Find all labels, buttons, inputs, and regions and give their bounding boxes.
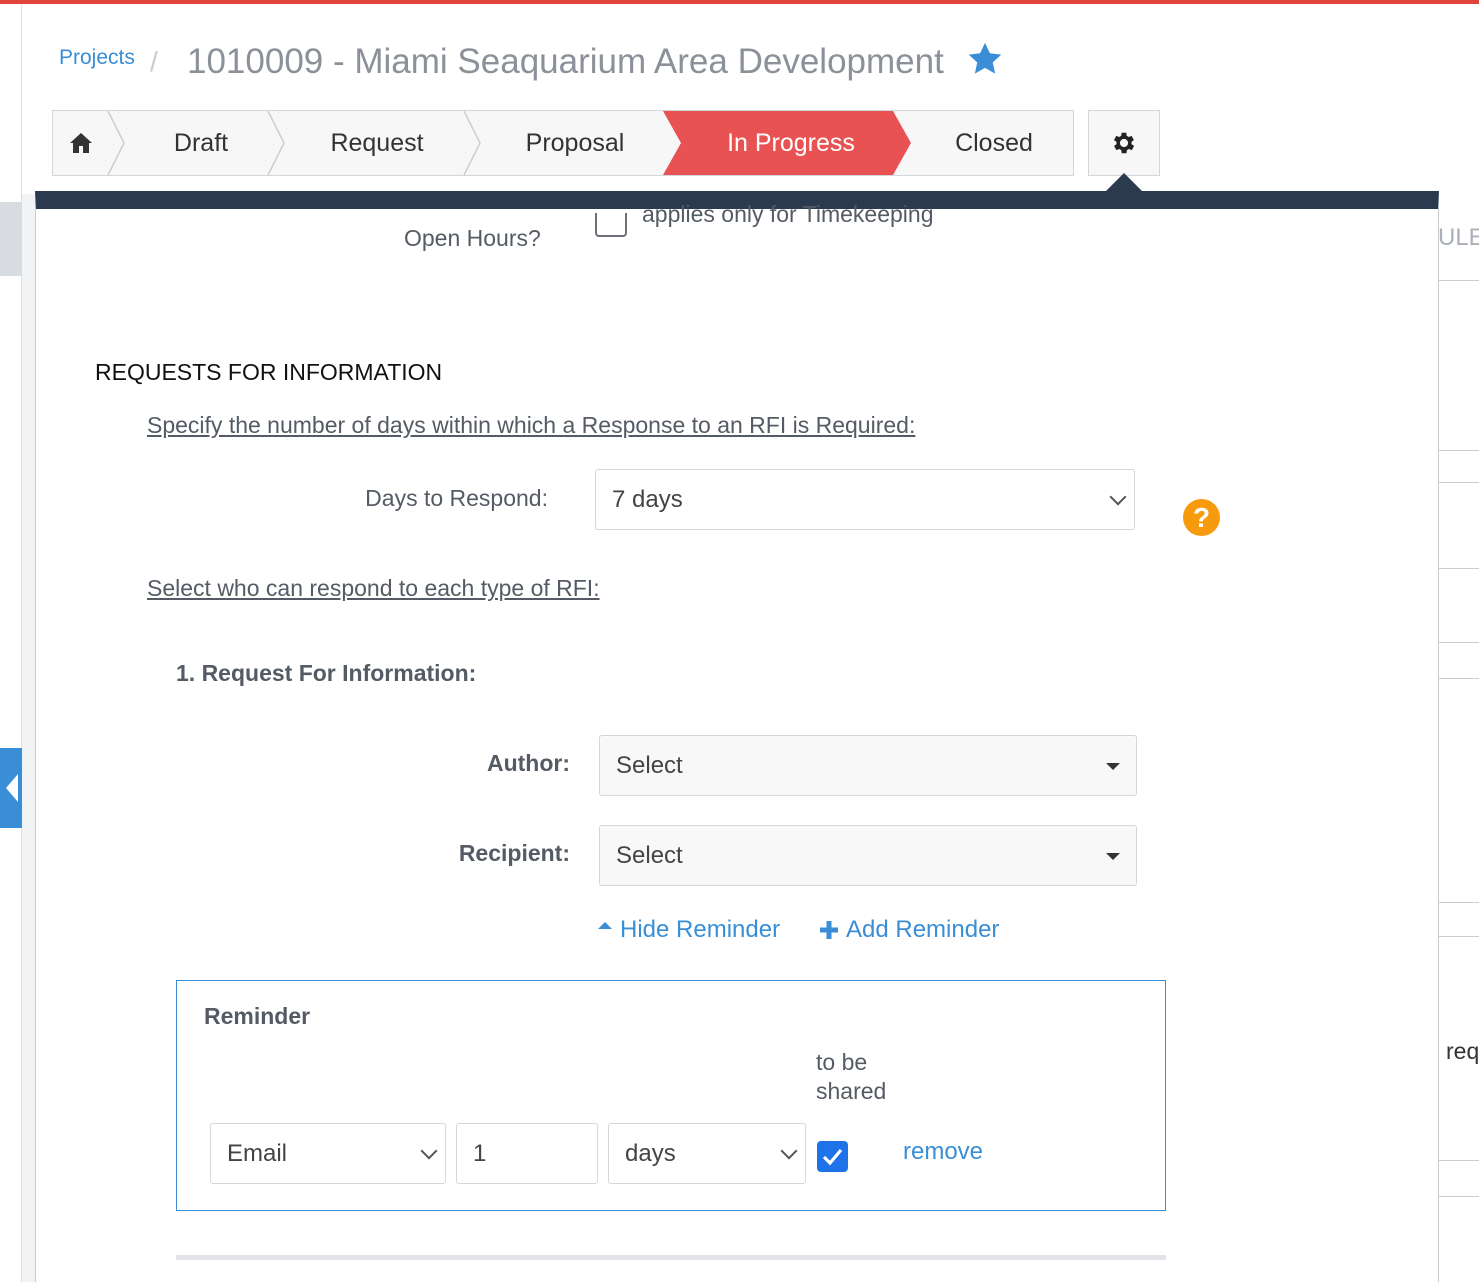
step-request[interactable]: Request xyxy=(285,111,469,175)
background-text-fragment: req xyxy=(1446,1038,1479,1064)
checkmark-icon xyxy=(822,1148,843,1166)
breadcrumb-separator: / xyxy=(150,46,158,77)
recipient-value: Select xyxy=(616,841,683,869)
reminder-amount-value: 1 xyxy=(473,1139,487,1167)
open-hours-note: applies only for Timekeeping xyxy=(642,201,934,227)
background-header-fragment: ULE xyxy=(1438,224,1479,251)
reminder-unit-select[interactable]: days xyxy=(608,1123,806,1184)
sidebar-collapse-tab[interactable] xyxy=(0,748,22,828)
author-select[interactable]: Select xyxy=(599,735,1137,796)
reminder-title: Reminder xyxy=(204,1003,311,1029)
row-divider xyxy=(1438,1160,1479,1161)
days-to-respond-select[interactable]: 7 days xyxy=(595,469,1135,530)
row-divider xyxy=(1438,450,1479,451)
page-title: 1010009 - Miami Seaquarium Area Developm… xyxy=(187,42,944,81)
step-closed[interactable]: Closed xyxy=(913,111,1075,175)
popover-caret xyxy=(1106,173,1142,191)
step-request-label: Request xyxy=(330,128,424,157)
background-right-column: ULE req xyxy=(1438,194,1479,1282)
add-reminder-link[interactable]: Add Reminder xyxy=(819,916,999,944)
step-proposal-label: Proposal xyxy=(525,128,625,157)
chevron-down-icon xyxy=(780,1142,798,1159)
section-title: REQUESTS FOR INFORMATION xyxy=(95,359,443,385)
step-in-progress-label: In Progress xyxy=(727,128,855,157)
caret-up-icon xyxy=(598,921,612,929)
row-divider xyxy=(1438,902,1479,903)
chevron-down-icon xyxy=(1109,488,1127,505)
rfi-type-title: 1. Request For Information: xyxy=(176,660,477,686)
step-divider xyxy=(107,111,125,175)
reminder-method-value: Email xyxy=(227,1139,288,1167)
breadcrumb-projects-link[interactable]: Projects xyxy=(59,46,135,70)
author-label: Author: xyxy=(486,750,570,776)
row-divider xyxy=(1438,936,1479,937)
days-to-respond-value: 7 days xyxy=(612,485,683,513)
add-reminder-label: Add Reminder xyxy=(846,916,1000,943)
favorite-star-icon[interactable] xyxy=(966,40,1004,78)
reminder-box: Reminder to be shared Email 1 days remov… xyxy=(176,980,1166,1211)
row-divider xyxy=(1438,482,1479,483)
step-divider xyxy=(463,111,481,175)
remove-reminder-link[interactable]: remove xyxy=(903,1138,983,1166)
step-draft-label: Draft xyxy=(173,128,229,157)
chevron-down-icon xyxy=(420,1142,438,1159)
step-proposal[interactable]: Proposal xyxy=(481,111,669,175)
recipient-label: Recipient: xyxy=(458,840,570,866)
help-glyph: ? xyxy=(1192,501,1211,533)
row-divider xyxy=(1438,568,1479,569)
days-instruction: Specify the number of days within which … xyxy=(147,412,916,438)
hide-reminder-label: Hide Reminder xyxy=(620,916,781,943)
recipient-select[interactable]: Select xyxy=(599,825,1137,886)
respond-instruction: Select who can respond to each type of R… xyxy=(147,575,600,601)
reminder-method-select[interactable]: Email xyxy=(210,1123,446,1184)
row-divider xyxy=(1438,280,1479,281)
step-closed-label: Closed xyxy=(955,128,1033,157)
plus-icon xyxy=(820,921,838,939)
hide-reminder-link[interactable]: Hide Reminder xyxy=(598,916,780,944)
step-draft[interactable]: Draft xyxy=(125,111,277,175)
row-divider xyxy=(1438,1196,1479,1197)
settings-panel: Open Hours? applies only for Timekeeping… xyxy=(35,191,1439,1282)
author-value: Select xyxy=(616,751,683,779)
caret-down-icon xyxy=(1106,852,1120,860)
section-divider xyxy=(176,1255,1166,1260)
gear-icon xyxy=(1113,132,1135,154)
caret-down-icon xyxy=(1106,762,1120,770)
sidebar-gray-block xyxy=(0,202,22,276)
status-stepper: Draft Request Proposal In Progress Close… xyxy=(52,110,1074,176)
help-icon[interactable]: ? xyxy=(1183,499,1220,536)
reminder-unit-value: days xyxy=(625,1139,676,1167)
step-home[interactable] xyxy=(53,111,109,175)
page-header: Projects / 1010009 - Miami Seaquarium Ar… xyxy=(22,4,1479,194)
step-divider xyxy=(267,111,285,175)
shared-label-line1: to be xyxy=(816,1049,868,1075)
shared-checkbox[interactable] xyxy=(817,1141,848,1172)
row-divider xyxy=(1438,678,1479,679)
settings-gear-button[interactable] xyxy=(1088,110,1160,176)
home-icon xyxy=(70,133,92,153)
open-hours-label: Open Hours? xyxy=(404,225,541,251)
row-divider xyxy=(1438,642,1479,643)
step-in-progress[interactable]: In Progress xyxy=(689,111,893,175)
days-to-respond-label: Days to Respond: xyxy=(365,485,548,511)
shared-label-line2: shared xyxy=(816,1078,887,1104)
left-sidebar-strip xyxy=(0,4,22,1282)
reminder-amount-input[interactable]: 1 xyxy=(456,1123,598,1184)
open-hours-checkbox[interactable] xyxy=(595,213,627,237)
